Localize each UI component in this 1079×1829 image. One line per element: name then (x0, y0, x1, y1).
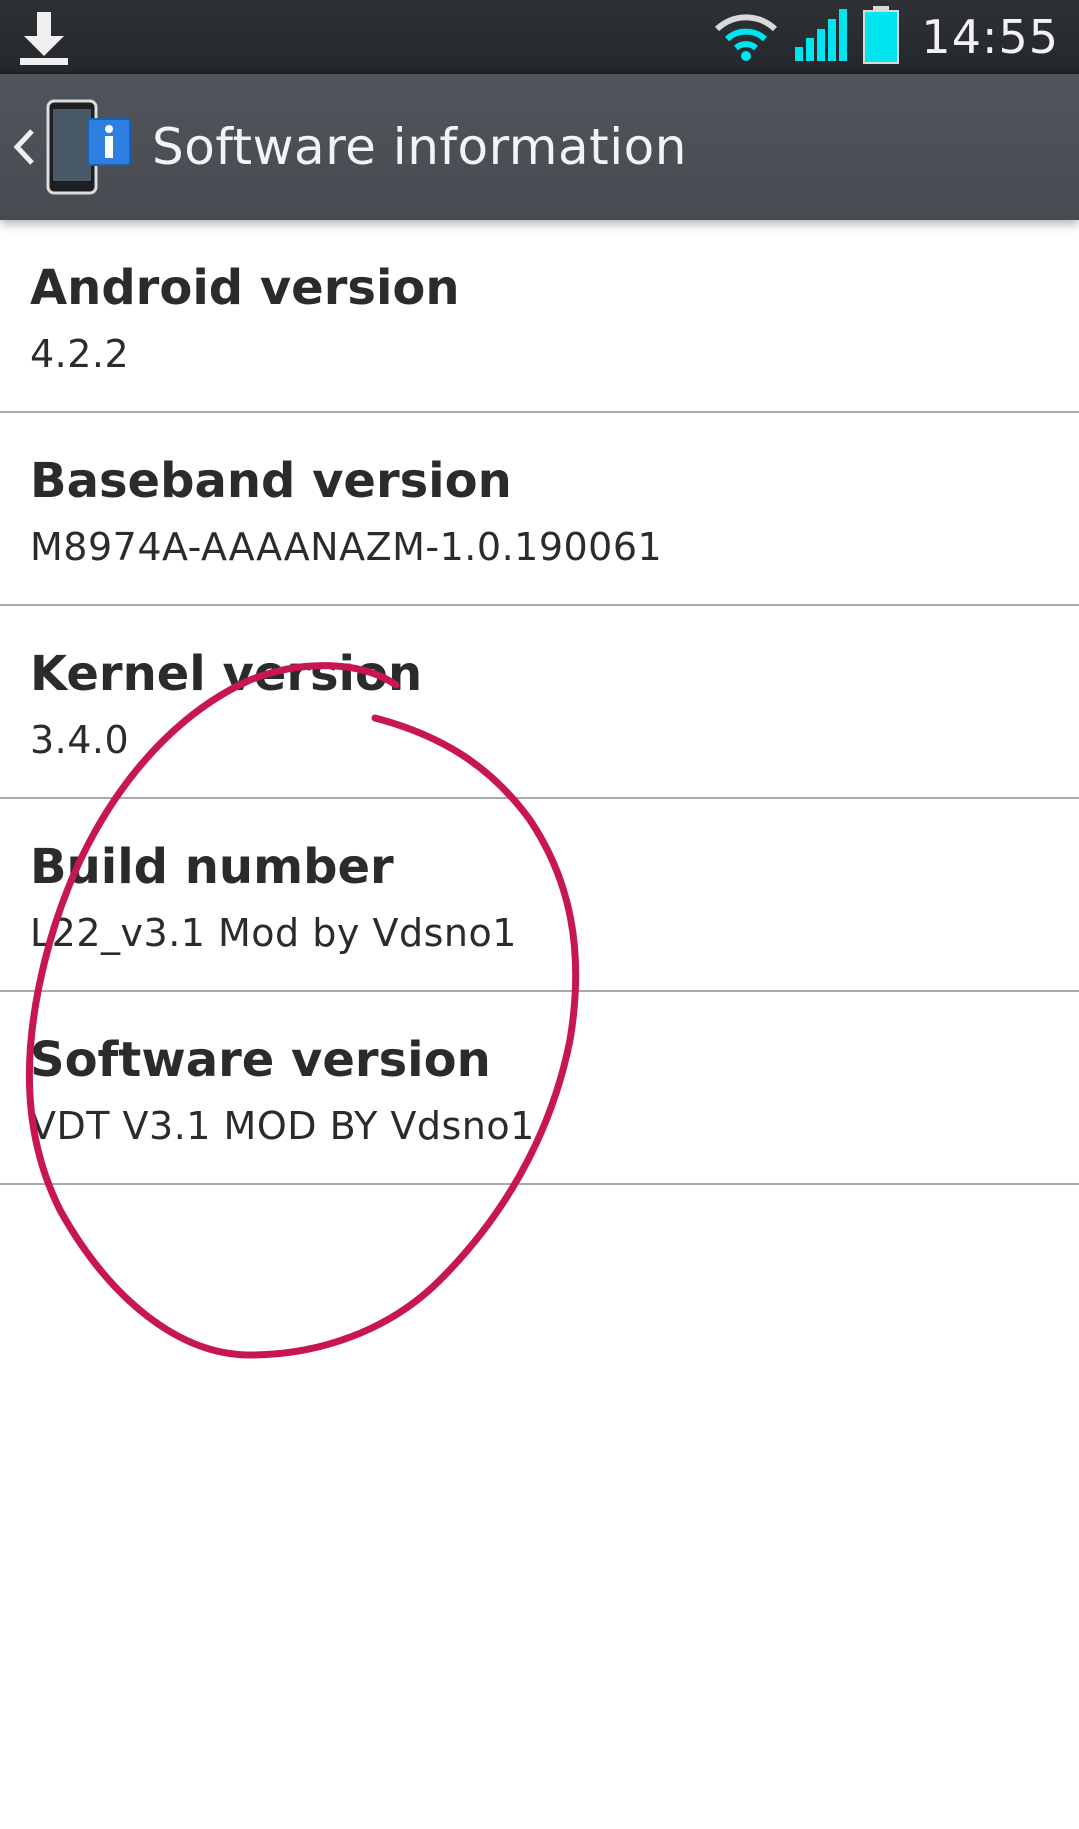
item-value: L22_v3.1 Mod by Vdsno1 (30, 911, 517, 955)
list-item-baseband-version[interactable]: Baseband version M8974A-AAAANAZM-1.0.190… (0, 413, 1079, 606)
status-bar: 14:55 (0, 0, 1079, 74)
info-list: Android version 4.2.2 Baseband version M… (0, 220, 1079, 1185)
item-value: 3.4.0 (30, 718, 130, 762)
item-value: VDT V3.1 MOD BY Vdsno1 (30, 1104, 535, 1148)
item-value: 4.2.2 (30, 332, 130, 376)
wifi-icon (713, 7, 779, 67)
phone-info-icon[interactable] (44, 97, 134, 197)
list-item-build-number[interactable]: Build number L22_v3.1 Mod by Vdsno1 (0, 799, 1079, 992)
item-value: M8974A-AAAANAZM-1.0.190061 (30, 525, 663, 569)
battery-icon (863, 6, 900, 68)
status-time: 14:55 (921, 10, 1059, 64)
list-item-software-version[interactable]: Software version VDT V3.1 MOD BY Vdsno1 (0, 992, 1079, 1185)
item-title: Software version (30, 1032, 491, 1088)
status-icons: 14:55 (713, 0, 1059, 74)
item-title: Build number (30, 839, 394, 895)
signal-icon (793, 7, 849, 67)
item-title: Android version (30, 260, 460, 316)
list-item-android-version[interactable]: Android version 4.2.2 (0, 220, 1079, 413)
screen: 14:55 Software information Android versi… (0, 0, 1079, 1829)
page-title: Software information (152, 118, 687, 176)
item-title: Baseband version (30, 453, 512, 509)
download-icon (14, 8, 74, 68)
back-button[interactable] (4, 74, 44, 220)
action-bar: Software information (0, 74, 1079, 220)
chevron-left-icon (13, 129, 34, 165)
item-title: Kernel version (30, 646, 423, 702)
list-item-kernel-version[interactable]: Kernel version 3.4.0 (0, 606, 1079, 799)
